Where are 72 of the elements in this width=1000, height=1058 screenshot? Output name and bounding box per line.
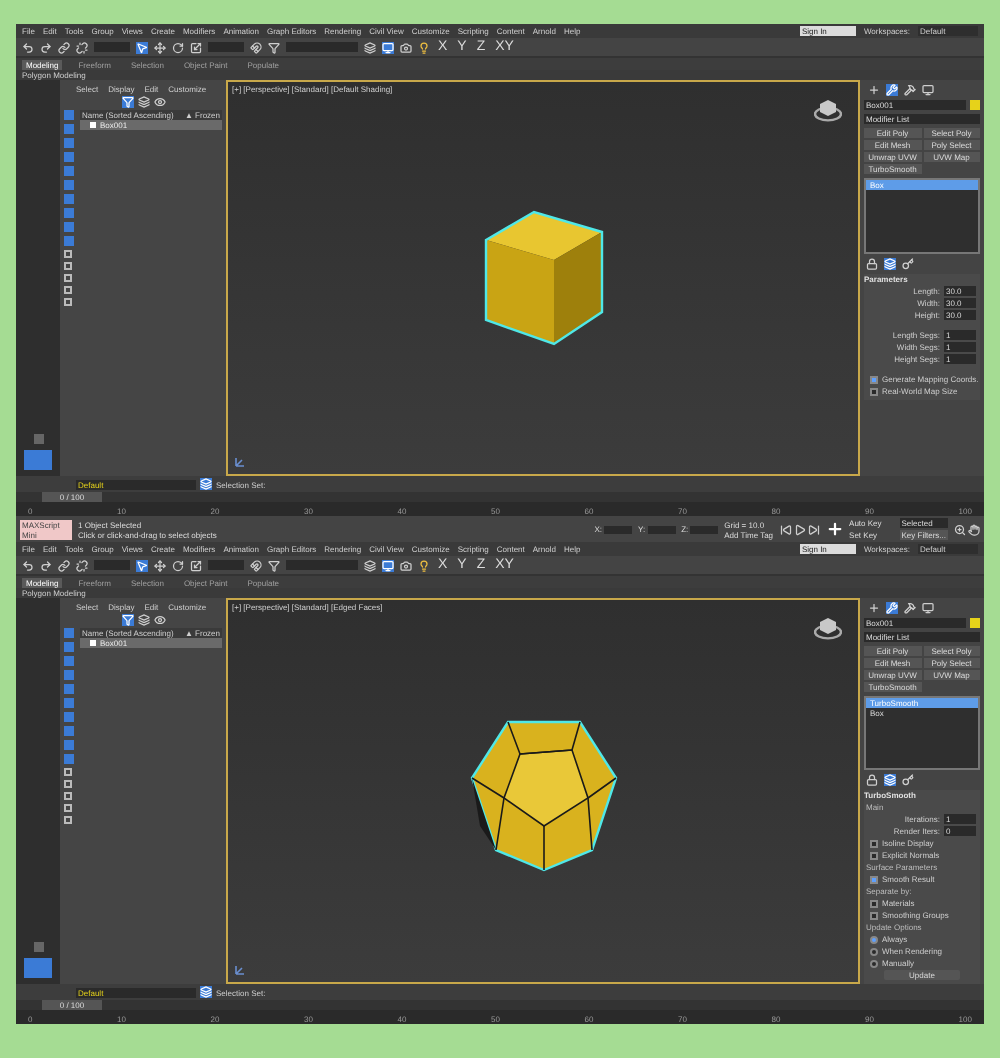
checkbox[interactable] [870, 375, 878, 383]
scale-icon[interactable] [190, 559, 202, 571]
modify-tab-icon[interactable] [886, 602, 898, 614]
axis-tripod-icon [234, 964, 246, 976]
selection-set-icon[interactable] [200, 986, 212, 998]
view-icon[interactable] [153, 96, 165, 108]
show-result-icon[interactable] [884, 774, 896, 786]
undo-icon[interactable] [22, 559, 34, 571]
layers-icon[interactable] [137, 96, 149, 108]
link-icon[interactable] [58, 41, 70, 53]
named-selection-field[interactable] [286, 42, 358, 52]
radio-button[interactable] [870, 935, 878, 943]
play-icon[interactable] [793, 523, 806, 535]
object-color-swatch[interactable] [970, 618, 980, 628]
named-selection-field[interactable] [286, 560, 358, 570]
snap-icon[interactable] [250, 559, 262, 571]
radio-button[interactable] [870, 947, 878, 955]
checkbox[interactable] [870, 875, 878, 883]
go-to-end-icon[interactable] [807, 523, 820, 535]
light-icon[interactable] [418, 41, 430, 53]
layers-icon[interactable] [137, 614, 149, 626]
view-icon[interactable] [153, 614, 165, 626]
rotate-icon[interactable] [172, 559, 184, 571]
unlink-icon[interactable] [76, 41, 88, 53]
light-icon[interactable] [418, 559, 430, 571]
viewport-icon[interactable] [382, 559, 394, 571]
create-tab-icon[interactable] [868, 84, 880, 96]
display-tab-icon[interactable] [922, 602, 934, 614]
zoom-icon[interactable] [954, 523, 966, 535]
utilities-tab-icon[interactable] [904, 602, 916, 614]
checkbox[interactable] [870, 851, 878, 859]
rotate-icon[interactable] [172, 41, 184, 53]
object-color-swatch[interactable] [970, 100, 980, 110]
undo-icon[interactable] [22, 41, 34, 53]
go-to-start-icon[interactable] [779, 523, 792, 535]
viewcube-icon[interactable] [814, 616, 842, 640]
layers-icon[interactable] [364, 559, 376, 571]
set-key-icon[interactable] [825, 520, 844, 538]
unlink-icon[interactable] [76, 559, 88, 571]
radio-button[interactable] [870, 959, 878, 967]
object-icon [90, 122, 96, 128]
show-result-icon[interactable] [884, 258, 896, 270]
checkbox[interactable] [870, 899, 878, 907]
redo-icon[interactable] [40, 41, 52, 53]
viewcube-icon[interactable] [814, 98, 842, 122]
modify-tab-icon[interactable] [886, 84, 898, 96]
link-icon[interactable] [58, 559, 70, 571]
filter-icon[interactable] [268, 41, 280, 53]
snap-icon[interactable] [250, 41, 262, 53]
move-icon[interactable] [154, 41, 166, 53]
display-tab-icon[interactable] [922, 84, 934, 96]
object-icon [90, 640, 96, 646]
select-icon[interactable] [136, 559, 148, 571]
checkbox[interactable] [870, 911, 878, 919]
filter-icon[interactable] [268, 559, 280, 571]
scale-icon[interactable] [190, 41, 202, 53]
selection-set-icon[interactable] [200, 478, 212, 490]
checkbox[interactable] [870, 839, 878, 847]
move-icon[interactable] [154, 559, 166, 571]
viewport-icon[interactable] [382, 41, 394, 53]
checkbox[interactable] [870, 387, 878, 395]
create-tab-icon[interactable] [868, 602, 880, 614]
axis-tripod-icon [234, 456, 246, 468]
layers-icon[interactable] [364, 41, 376, 53]
camera-icon[interactable] [400, 559, 412, 571]
camera-icon[interactable] [400, 41, 412, 53]
select-icon[interactable] [136, 41, 148, 53]
pin-stack-icon[interactable] [866, 774, 878, 786]
utilities-tab-icon[interactable] [904, 84, 916, 96]
redo-icon[interactable] [40, 559, 52, 571]
pin-stack-icon[interactable] [866, 258, 878, 270]
pan-icon[interactable] [968, 523, 980, 535]
